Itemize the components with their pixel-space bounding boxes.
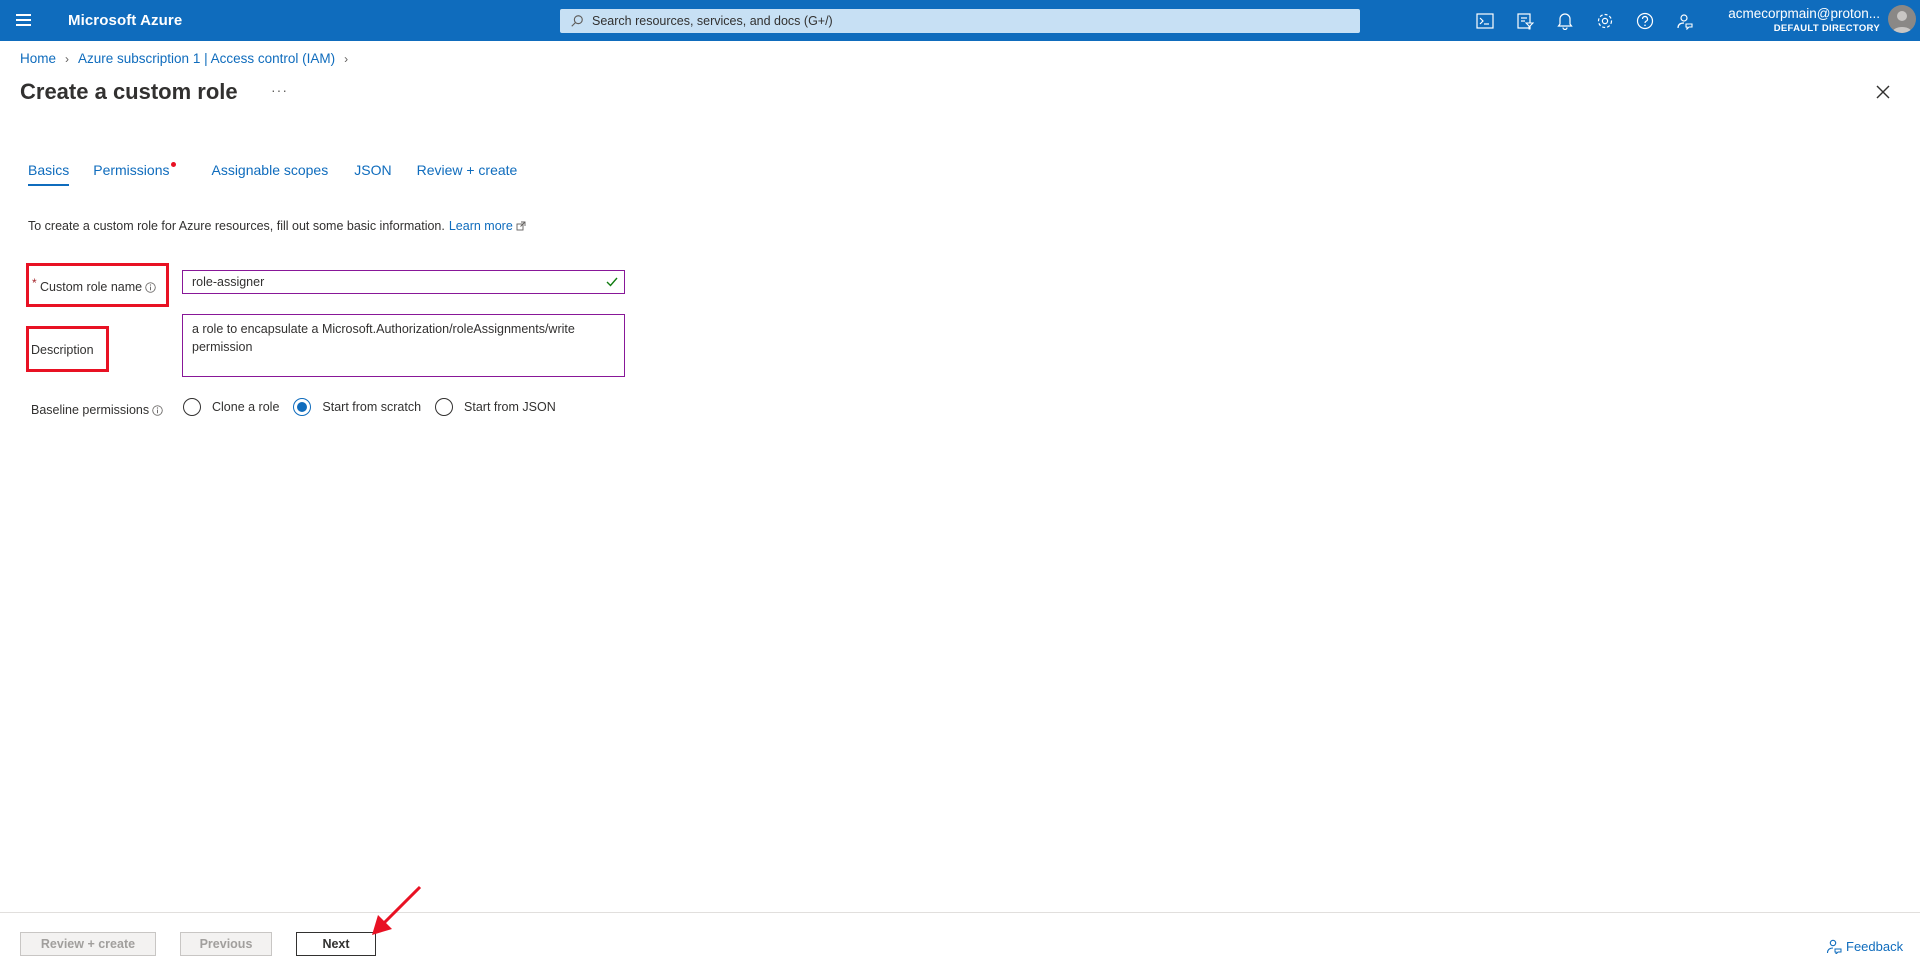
tab-label: JSON	[354, 162, 392, 178]
account-menu[interactable]: acmecorpmain@proton... DEFAULT DIRECTORY	[1700, 6, 1880, 34]
cloud-shell-icon[interactable]	[1465, 9, 1505, 33]
search-input[interactable]	[592, 14, 1352, 28]
account-directory: DEFAULT DIRECTORY	[1773, 23, 1880, 34]
radio-start-from-scratch[interactable]: Start from scratch	[293, 398, 421, 416]
role-name-label: Custom role name	[40, 280, 156, 294]
tab-label: Assignable scopes	[211, 162, 329, 178]
next-button[interactable]: Next	[296, 932, 376, 956]
close-icon[interactable]	[1873, 82, 1893, 102]
radio-circle[interactable]	[183, 398, 201, 416]
radio-label: Start from scratch	[322, 400, 422, 414]
top-icons	[1465, 9, 1705, 33]
baseline-radio-group: Clone a role Start from scratch Start fr…	[183, 398, 570, 416]
directory-filter-icon[interactable]	[1505, 9, 1545, 33]
required-asterisk: *	[32, 276, 37, 290]
info-icon[interactable]	[152, 404, 163, 416]
radio-start-from-json[interactable]: Start from JSON	[435, 398, 556, 416]
intro-description: To create a custom role for Azure resour…	[28, 219, 445, 233]
tab-bar: Basics Permissions Assignable scopes JSO…	[28, 162, 541, 186]
tab-review-create[interactable]: Review + create	[417, 162, 518, 186]
settings-icon[interactable]	[1585, 9, 1625, 33]
top-bar: Microsoft Azure acmecorpmain@proton... D…	[0, 0, 1920, 41]
tab-json[interactable]: JSON	[354, 162, 391, 186]
search-icon	[571, 15, 583, 27]
account-name: acmecorpmain@proton...	[1728, 6, 1880, 21]
external-link-icon	[516, 221, 526, 231]
avatar[interactable]	[1888, 5, 1916, 33]
description-label: Description	[31, 343, 94, 357]
feedback-icon[interactable]	[1665, 9, 1705, 33]
description-label-text: Description	[31, 343, 94, 357]
radio-circle-selected[interactable]	[293, 398, 312, 416]
feedback-link[interactable]: Feedback	[1826, 938, 1903, 954]
tab-label: Review + create	[416, 162, 518, 178]
footer-bar	[0, 912, 1920, 977]
role-name-input[interactable]	[182, 270, 625, 294]
tab-label: Permissions	[93, 162, 170, 178]
chevron-right-icon: ›	[65, 51, 70, 66]
breadcrumb-home[interactable]: Home	[20, 51, 56, 66]
radio-label: Clone a role	[212, 400, 280, 414]
notifications-icon[interactable]	[1545, 9, 1585, 33]
radio-circle[interactable]	[435, 398, 454, 416]
radio-clone-role[interactable]: Clone a role	[183, 398, 279, 416]
baseline-label-text: Baseline permissions	[31, 403, 150, 417]
review-create-button[interactable]: Review + create	[20, 932, 156, 956]
help-icon[interactable]	[1625, 9, 1665, 33]
tab-permissions[interactable]: Permissions	[93, 162, 177, 186]
info-icon[interactable]	[145, 281, 156, 293]
chevron-right-icon: ›	[344, 51, 349, 66]
learn-more-link[interactable]: Learn more	[449, 219, 513, 233]
more-options-icon[interactable]: ···	[271, 82, 288, 98]
tab-assignable-scopes[interactable]: Assignable scopes	[211, 162, 328, 186]
role-name-label-text: Custom role name	[40, 280, 143, 294]
breadcrumb-iam[interactable]: Azure subscription 1 | Access control (I…	[78, 51, 335, 66]
baseline-permissions-label: Baseline permissions	[31, 403, 163, 417]
brand-title[interactable]: Microsoft Azure	[68, 12, 182, 29]
error-dot-icon	[171, 162, 177, 167]
tab-label: Basics	[28, 162, 70, 178]
breadcrumb: Home › Azure subscription 1 | Access con…	[20, 51, 357, 66]
page-title: Create a custom role	[20, 79, 238, 104]
checkmark-icon	[606, 277, 618, 287]
radio-label: Start from JSON	[464, 400, 556, 414]
feedback-label: Feedback	[1846, 938, 1904, 954]
menu-icon[interactable]	[14, 11, 34, 31]
previous-button[interactable]: Previous	[180, 932, 272, 956]
search-box[interactable]	[560, 9, 1360, 33]
intro-text: To create a custom role for Azure resour…	[28, 219, 526, 233]
annotation-arrow	[372, 885, 422, 935]
description-textarea[interactable]: a role to encapsulate a Microsoft.Author…	[182, 314, 625, 377]
tab-basics[interactable]: Basics	[28, 162, 70, 186]
feedback-person-icon	[1826, 939, 1842, 954]
